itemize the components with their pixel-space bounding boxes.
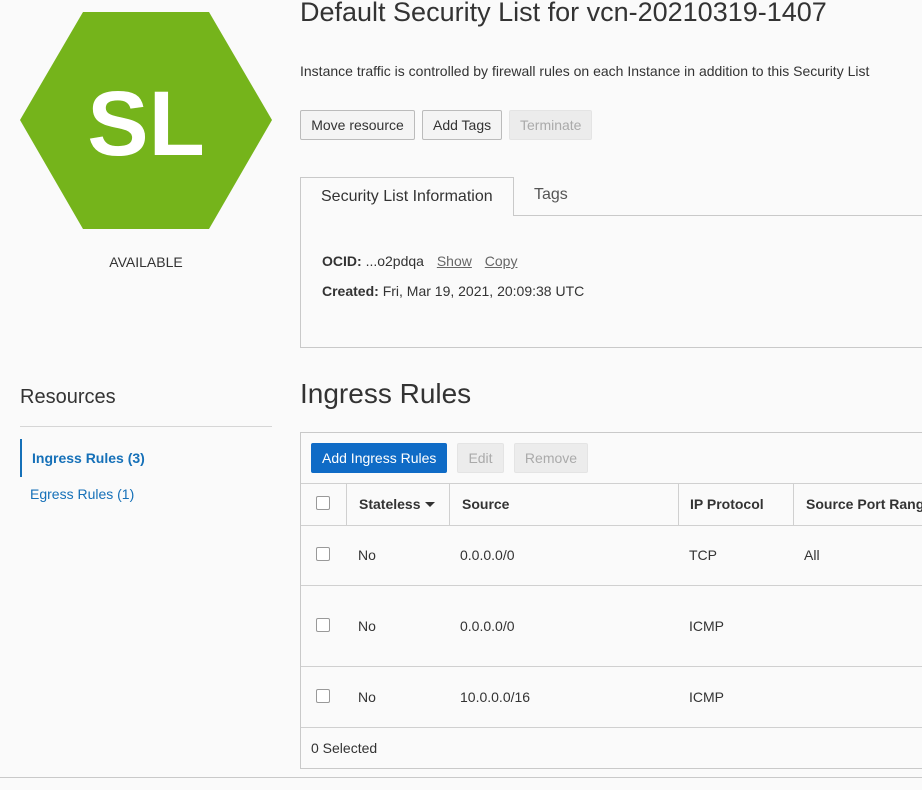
divider xyxy=(20,426,272,427)
copy-ocid-link[interactable]: Copy xyxy=(485,253,518,269)
page-bottom-divider xyxy=(0,777,922,778)
cell-protocol: TCP xyxy=(689,547,717,563)
created-value: Fri, Mar 19, 2021, 20:09:38 UTC xyxy=(382,283,585,299)
cell-protocol: ICMP xyxy=(689,689,724,705)
column-divider xyxy=(678,484,679,525)
status-label: AVAILABLE xyxy=(109,254,183,270)
ingress-rules-table: Add Ingress Rules Edit Remove Stateless … xyxy=(300,432,922,769)
page-description: Instance traffic is controlled by firewa… xyxy=(300,63,870,79)
row-checkbox[interactable] xyxy=(316,547,330,561)
ocid-value: ...o2pdqa xyxy=(365,253,424,269)
add-tags-button[interactable]: Add Tags xyxy=(422,110,502,140)
row-checkbox[interactable] xyxy=(316,618,330,632)
column-divider xyxy=(346,484,347,525)
tab-tags[interactable]: Tags xyxy=(534,186,568,204)
selection-count: 0 Selected xyxy=(311,740,378,756)
add-ingress-rules-button[interactable]: Add Ingress Rules xyxy=(311,443,447,473)
column-divider xyxy=(449,484,450,525)
row-checkbox[interactable] xyxy=(316,689,330,703)
move-resource-button[interactable]: Move resource xyxy=(300,110,415,140)
table-divider xyxy=(301,525,922,526)
cell-source-port: All xyxy=(804,547,820,563)
column-header-source-port-range: Source Port Rang xyxy=(806,496,922,512)
terminate-button[interactable]: Terminate xyxy=(509,110,592,140)
resource-link-ingress-rules[interactable]: Ingress Rules (3) xyxy=(20,439,272,477)
tab-security-list-information[interactable]: Security List Information xyxy=(300,177,514,216)
cell-protocol: ICMP xyxy=(689,618,724,634)
cell-stateless: No xyxy=(358,618,376,634)
created-row: Created: Fri, Mar 19, 2021, 20:09:38 UTC xyxy=(322,283,584,299)
cell-source: 10.0.0.0/16 xyxy=(460,689,531,705)
column-divider xyxy=(793,484,794,525)
remove-button[interactable]: Remove xyxy=(514,443,588,473)
column-header-label: Stateless xyxy=(359,496,421,512)
page-title: Default Security List for vcn-20210319-1… xyxy=(300,0,827,27)
row-divider xyxy=(301,585,922,586)
row-divider xyxy=(301,727,922,728)
cell-stateless: No xyxy=(358,547,376,563)
created-label: Created: xyxy=(322,283,379,299)
column-header-source: Source xyxy=(462,496,510,512)
ocid-row: OCID: ...o2pdqa Show Copy xyxy=(322,253,517,269)
security-list-badge: SL xyxy=(20,12,272,229)
cell-source: 0.0.0.0/0 xyxy=(460,618,515,634)
badge-initials: SL xyxy=(87,73,205,175)
cell-source: 0.0.0.0/0 xyxy=(460,547,515,563)
select-all-checkbox[interactable] xyxy=(316,496,330,510)
resource-link-egress-rules[interactable]: Egress Rules (1) xyxy=(20,475,272,513)
edit-button[interactable]: Edit xyxy=(457,443,504,473)
column-header-ip-protocol: IP Protocol xyxy=(690,496,764,512)
row-divider xyxy=(301,666,922,667)
ingress-rules-title: Ingress Rules xyxy=(300,378,472,409)
ocid-label: OCID: xyxy=(322,253,362,269)
resources-title: Resources xyxy=(20,386,116,408)
info-panel: OCID: ...o2pdqa Show Copy Created: Fri, … xyxy=(300,215,922,348)
show-ocid-link[interactable]: Show xyxy=(437,253,472,269)
sort-caret-icon xyxy=(425,502,436,507)
table-divider xyxy=(301,483,922,484)
column-header-stateless[interactable]: Stateless xyxy=(359,496,436,512)
cell-stateless: No xyxy=(358,689,376,705)
